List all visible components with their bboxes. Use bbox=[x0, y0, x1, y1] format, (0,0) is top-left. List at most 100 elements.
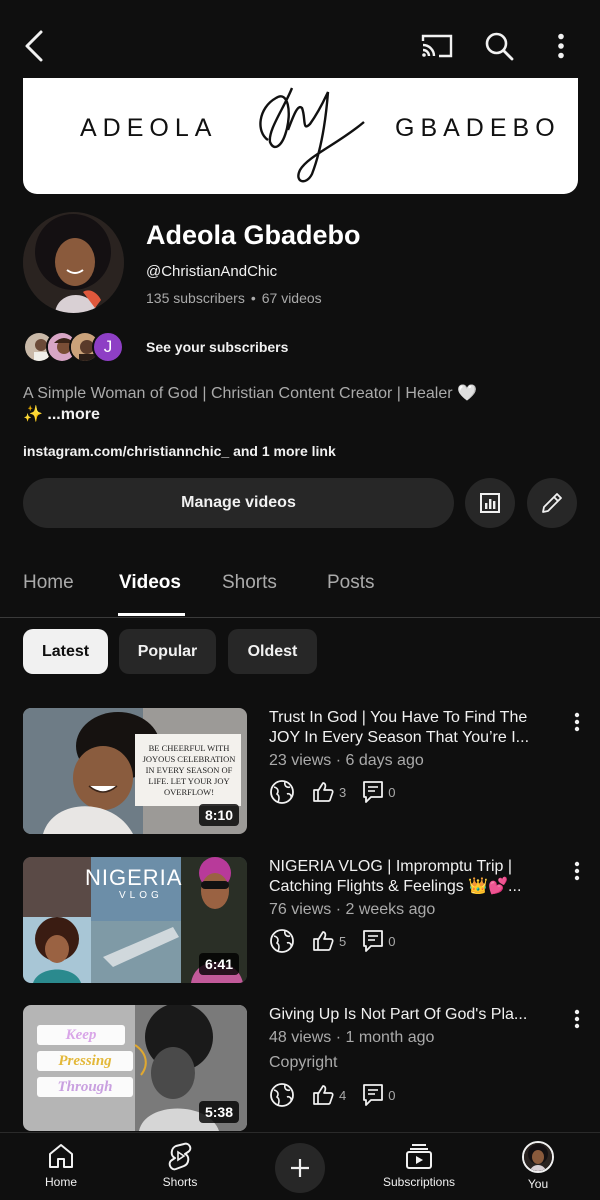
tab-videos[interactable]: Videos bbox=[119, 572, 181, 594]
nav-shorts[interactable]: Shorts bbox=[135, 1141, 225, 1189]
globe-icon bbox=[270, 780, 294, 804]
video-item[interactable]: NIGERIA VLOG 6:41 NIGERIA VLOG | Impromp… bbox=[0, 857, 600, 987]
like-count-value: 3 bbox=[339, 784, 347, 800]
more-vert-icon[interactable] bbox=[541, 26, 581, 66]
video-item[interactable]: Keep Pressing Through 5:38 Giving Up Is … bbox=[0, 1005, 600, 1135]
description-text: A Simple Woman of God | Christian Conten… bbox=[23, 385, 477, 402]
nav-subscriptions[interactable]: Subscriptions bbox=[373, 1141, 465, 1189]
comment-count-value: 0 bbox=[388, 1087, 396, 1103]
globe-icon bbox=[270, 929, 294, 953]
filter-chip-popular[interactable]: Popular bbox=[119, 629, 216, 674]
nav-you-label: You bbox=[527, 1177, 549, 1191]
tab-posts[interactable]: Posts bbox=[327, 572, 375, 594]
filter-chip-latest[interactable]: Latest bbox=[23, 629, 108, 674]
thumbnail-line-through: Through bbox=[57, 1079, 113, 1095]
channel-handle: @ChristianAndChic bbox=[146, 263, 278, 280]
globe-icon bbox=[270, 1083, 294, 1107]
plus-icon bbox=[291, 1159, 309, 1177]
shorts-icon bbox=[168, 1142, 192, 1171]
video-thumbnail[interactable]: NIGERIA VLOG 6:41 bbox=[23, 857, 247, 983]
nav-subscriptions-label: Subscriptions bbox=[382, 1175, 456, 1189]
video-actions: 3 0 bbox=[269, 778, 411, 806]
like-count-value: 4 bbox=[339, 1087, 347, 1103]
video-title[interactable]: NIGERIA VLOG | Impromptu Trip | Catching… bbox=[269, 857, 554, 897]
visibility-public bbox=[269, 779, 295, 805]
tab-shorts[interactable]: Shorts bbox=[222, 572, 277, 594]
bottom-navigation: Home Shorts Subscriptions You bbox=[0, 1132, 600, 1200]
video-more-icon[interactable] bbox=[567, 859, 587, 883]
thumbs-up-icon bbox=[313, 931, 334, 951]
channel-stats: 135 subscribers • 67 videos bbox=[146, 290, 322, 306]
thumbnail-title: NIGERIA bbox=[85, 865, 183, 890]
tab-home[interactable]: Home bbox=[23, 572, 74, 594]
home-icon bbox=[49, 1144, 73, 1168]
channel-description[interactable]: A Simple Woman of God | Christian Conten… bbox=[23, 383, 553, 425]
visibility-public bbox=[269, 928, 295, 954]
channel-banner: ADEOLA GBADEBO bbox=[23, 78, 578, 194]
comment-icon bbox=[363, 1084, 384, 1106]
video-thumbnail[interactable]: Keep Pressing Through 5:38 bbox=[23, 1005, 247, 1131]
video-title[interactable]: Trust In God | You Have To Find The JOY … bbox=[269, 708, 554, 748]
thumbnail-line-keep: Keep bbox=[65, 1027, 97, 1043]
filter-chip-oldest[interactable]: Oldest bbox=[228, 629, 317, 674]
comment-count: 0 bbox=[362, 929, 395, 953]
manage-videos-button[interactable]: Manage videos bbox=[23, 478, 454, 528]
video-duration: 8:10 bbox=[198, 804, 239, 826]
video-actions: 4 0 bbox=[269, 1081, 411, 1109]
video-more-icon[interactable] bbox=[567, 710, 587, 734]
video-more-icon[interactable] bbox=[567, 1007, 587, 1031]
like-count: 3 bbox=[311, 780, 346, 804]
thumbnail-subtitle: VLOG bbox=[119, 890, 163, 901]
thumbs-up-icon bbox=[313, 782, 334, 802]
subscriber-avatar-letter: J bbox=[92, 331, 124, 363]
visibility-public bbox=[269, 1082, 295, 1108]
video-count: 67 videos bbox=[261, 290, 322, 306]
nav-home[interactable]: Home bbox=[16, 1141, 106, 1189]
comment-count: 0 bbox=[362, 1083, 395, 1107]
banner-left-text: ADEOLA bbox=[80, 114, 218, 142]
cast-icon[interactable] bbox=[417, 26, 457, 66]
nav-shorts-label: Shorts bbox=[162, 1175, 198, 1189]
search-icon[interactable] bbox=[479, 26, 519, 66]
video-title[interactable]: Giving Up Is Not Part Of God's Pla... bbox=[269, 1005, 554, 1025]
like-count: 5 bbox=[311, 929, 346, 953]
like-count: 4 bbox=[311, 1083, 346, 1107]
video-duration: 6:41 bbox=[198, 953, 239, 975]
comment-icon bbox=[363, 781, 384, 803]
nav-you[interactable]: You bbox=[493, 1141, 583, 1191]
thumbnail-caption: BE CHEERFUL WITH JOYOUS CELEBRATION IN E… bbox=[142, 743, 236, 797]
active-tab-indicator bbox=[118, 613, 185, 616]
copyright-label[interactable]: Copyright bbox=[269, 1054, 337, 1072]
video-meta: 48 views · 1 month ago bbox=[269, 1029, 435, 1046]
thumbs-up-icon bbox=[313, 1085, 334, 1105]
edit-channel-button[interactable] bbox=[527, 478, 577, 528]
video-meta: 23 views · 6 days ago bbox=[269, 752, 424, 769]
sparkles-emoji: ✨ bbox=[23, 406, 43, 423]
channel-tabs: Home Videos Shorts Posts bbox=[0, 552, 600, 618]
channel-links[interactable]: instagram.com/christiannchic_ and 1 more… bbox=[23, 443, 336, 459]
more-link[interactable]: ...more bbox=[47, 406, 99, 423]
you-avatar bbox=[522, 1141, 554, 1173]
comment-count-value: 0 bbox=[388, 933, 396, 949]
subscriber-count: 135 subscribers bbox=[146, 290, 245, 306]
analytics-icon bbox=[480, 493, 500, 513]
banner-right-text: GBADEBO bbox=[395, 114, 561, 142]
like-count-value: 5 bbox=[339, 933, 347, 949]
comment-count: 0 bbox=[362, 780, 395, 804]
channel-name: Adeola Gbadebo bbox=[146, 220, 361, 250]
comment-icon bbox=[363, 930, 384, 952]
back-arrow-icon[interactable] bbox=[14, 26, 54, 66]
stats-separator: • bbox=[250, 290, 256, 306]
channel-avatar[interactable] bbox=[23, 212, 124, 313]
video-duration: 5:38 bbox=[198, 1101, 239, 1123]
comment-count-value: 0 bbox=[388, 784, 396, 800]
nav-home-label: Home bbox=[44, 1175, 77, 1189]
video-thumbnail[interactable]: BE CHEERFUL WITH JOYOUS CELEBRATION IN E… bbox=[23, 708, 247, 834]
video-meta: 76 views · 2 weeks ago bbox=[269, 901, 436, 918]
see-subscribers-label[interactable]: See your subscribers bbox=[146, 339, 288, 355]
create-button[interactable] bbox=[275, 1143, 325, 1193]
see-subscribers-row[interactable]: J See your subscribers bbox=[23, 330, 288, 364]
analytics-button[interactable] bbox=[465, 478, 515, 528]
video-item[interactable]: BE CHEERFUL WITH JOYOUS CELEBRATION IN E… bbox=[0, 708, 600, 838]
pencil-icon bbox=[542, 493, 562, 513]
